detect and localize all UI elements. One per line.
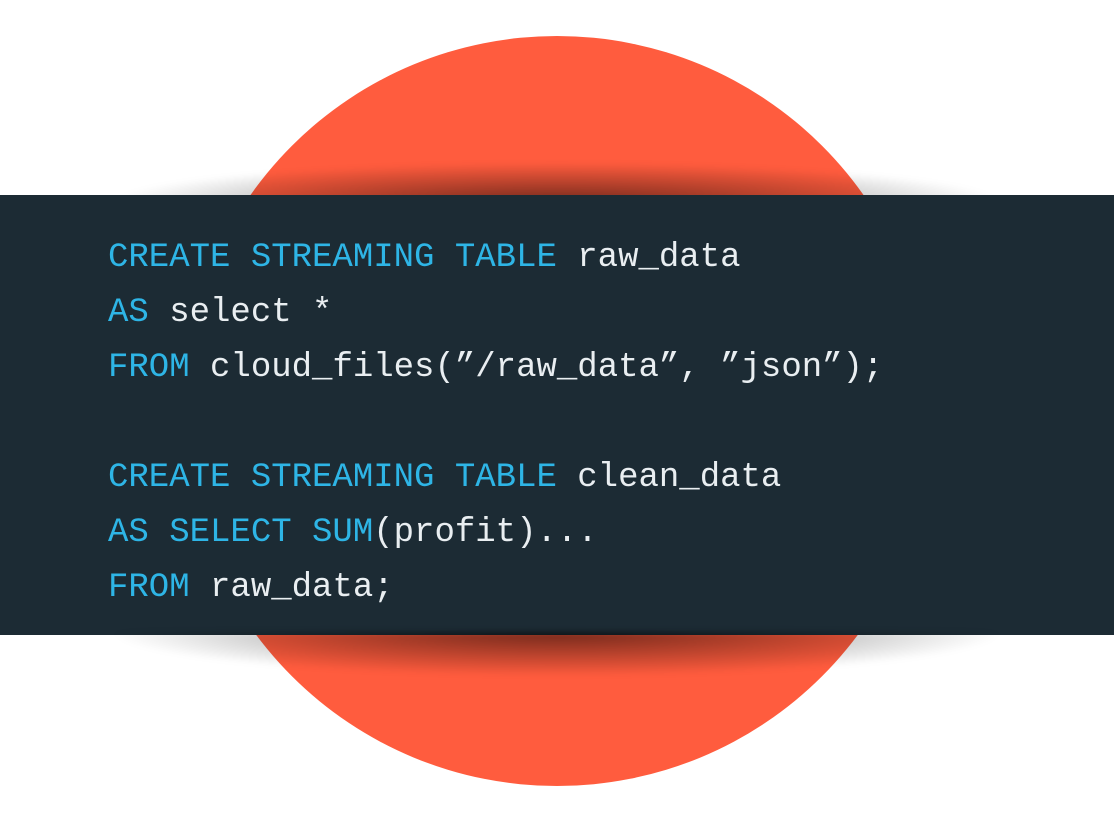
keyword: AS SELECT SUM <box>108 514 373 552</box>
stage: CREATE STREAMING TABLE raw_data AS selec… <box>0 0 1114 822</box>
code-text: (profit)... <box>373 514 618 552</box>
code-panel: CREATE STREAMING TABLE raw_data AS selec… <box>0 195 1114 635</box>
keyword: CREATE STREAMING TABLE <box>108 239 557 277</box>
code-text: raw_data <box>557 239 761 277</box>
keyword: FROM <box>108 569 190 607</box>
code-text: cloud_files(”/raw_data”, ”json”); <box>190 349 884 387</box>
keyword: FROM <box>108 349 190 387</box>
code-text: raw_data; <box>190 569 394 607</box>
code-text: select * <box>149 294 353 332</box>
keyword: AS <box>108 294 149 332</box>
keyword: CREATE STREAMING TABLE <box>108 459 557 497</box>
code-text: clean_data <box>557 459 802 497</box>
